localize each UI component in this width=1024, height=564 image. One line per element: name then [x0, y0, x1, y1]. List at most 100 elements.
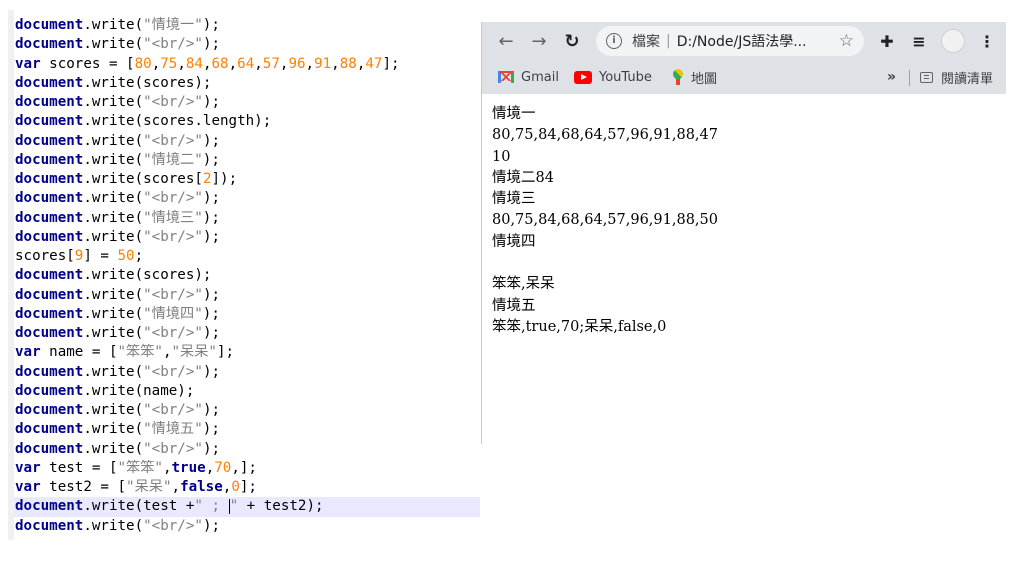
- reload-icon: ↻: [564, 30, 580, 52]
- code-line[interactable]: var scores = [80,75,84,68,64,57,96,91,88…: [14, 55, 480, 74]
- code-number: 0: [231, 479, 240, 495]
- browser-toolbar: ← → ↻ i 檔案 | D:/Node/JS語法學... ☆ ✚ ≡ ⋮ Gm…: [482, 22, 1006, 94]
- code-text: test2 = [: [40, 479, 127, 495]
- code-line[interactable]: document.write("<br/>");: [14, 93, 480, 112]
- code-keyword: var: [15, 55, 41, 72]
- reading-list-icon: [920, 71, 933, 83]
- code-text: .write(: [83, 17, 144, 33]
- code-line[interactable]: document.write("情境四");: [14, 305, 480, 324]
- output-line: 80,75,84,68,64,57,96,91,88,47: [492, 127, 718, 144]
- reload-button[interactable]: ↻: [559, 28, 585, 54]
- code-number: 47: [365, 55, 383, 72]
- reading-list-button[interactable]: 閱讀清單: [920, 60, 993, 94]
- code-text: .write(: [83, 190, 144, 207]
- code-number: 88: [339, 55, 357, 72]
- code-line[interactable]: document.write("<br/>");: [14, 324, 480, 343]
- code-line[interactable]: document.write(scores.length);: [14, 112, 480, 131]
- code-text: ]);: [211, 171, 238, 187]
- menu-button[interactable]: ⋮: [974, 28, 1000, 54]
- media-queue-icon: ≡: [912, 31, 926, 51]
- code-identifier: document: [15, 113, 84, 130]
- browser-window: ← → ↻ i 檔案 | D:/Node/JS語法學... ☆ ✚ ≡ ⋮ Gm…: [481, 22, 1006, 444]
- profile-avatar[interactable]: [941, 29, 965, 53]
- code-string: "<br/>": [143, 325, 203, 341]
- info-icon[interactable]: i: [606, 33, 622, 49]
- code-line[interactable]: document.write("<br/>");: [14, 517, 480, 536]
- code-line[interactable]: document.write(name);: [14, 382, 480, 401]
- code-text: );: [202, 440, 221, 457]
- code-number: 68: [211, 55, 229, 72]
- code-line[interactable]: document.write(test +" ; " + test2);: [14, 497, 480, 517]
- code-line[interactable]: document.write(scores);: [14, 266, 480, 285]
- code-number: 57: [262, 55, 280, 72]
- code-text: );: [202, 517, 221, 534]
- code-identifier: document: [15, 517, 84, 534]
- code-text: ,: [202, 55, 212, 72]
- code-line[interactable]: document.write("情境一");: [14, 16, 480, 35]
- code-text: ,: [205, 459, 215, 476]
- maps-icon: [672, 69, 684, 85]
- code-string: "<br/>": [143, 286, 203, 303]
- code-line[interactable]: document.write("情境二");: [14, 151, 480, 170]
- bookmark-maps[interactable]: 地圖: [672, 60, 717, 94]
- code-text: .write(: [83, 305, 144, 322]
- code-editor[interactable]: document.write("情境一"); document.write("<b…: [8, 10, 480, 540]
- address-scheme-label: 檔案: [632, 34, 660, 50]
- bookmark-star-icon[interactable]: ☆: [839, 31, 854, 51]
- code-text: .write(: [83, 363, 144, 380]
- bookmarks-more-button[interactable]: »: [887, 60, 896, 94]
- address-url[interactable]: D:/Node/JS語法學...: [677, 31, 807, 51]
- code-line[interactable]: document.write("情境五");: [14, 420, 480, 439]
- code-area[interactable]: document.write("情境一"); document.write("<b…: [14, 16, 480, 536]
- code-text: );: [202, 363, 221, 380]
- code-identifier: document: [15, 363, 84, 380]
- code-line[interactable]: document.write("<br/>");: [14, 440, 480, 459]
- code-line[interactable]: document.write("情境三");: [14, 209, 480, 228]
- address-bar[interactable]: i 檔案 | D:/Node/JS語法學... ☆: [596, 26, 864, 56]
- code-line[interactable]: document.write(scores);: [14, 74, 480, 93]
- code-text: ];: [216, 344, 235, 361]
- code-line[interactable]: document.write("<br/>");: [14, 189, 480, 208]
- output-line: 笨笨,true,70;呆呆,false,0: [492, 318, 667, 335]
- reading-list-label: 閱讀清單: [941, 71, 994, 87]
- code-identifier: document: [15, 94, 84, 110]
- media-button[interactable]: ≡: [906, 28, 932, 54]
- code-line[interactable]: document.write(scores[2]);: [14, 170, 480, 189]
- code-line[interactable]: var test = ["笨笨",true,70,];: [14, 459, 480, 478]
- back-button[interactable]: ←: [493, 28, 519, 54]
- extensions-button[interactable]: ✚: [874, 28, 900, 54]
- bookmark-gmail[interactable]: Gmail: [498, 60, 559, 94]
- code-identifier: document: [15, 305, 84, 322]
- code-line[interactable]: document.write("<br/>");: [14, 363, 480, 382]
- code-line[interactable]: document.write("<br/>");: [14, 401, 480, 420]
- code-text: ,: [254, 55, 263, 72]
- code-line[interactable]: document.write("<br/>");: [14, 35, 480, 54]
- code-text: );: [202, 325, 221, 341]
- code-line[interactable]: scores[9] = 50;: [14, 247, 480, 266]
- code-identifier: document: [15, 440, 84, 457]
- forward-button[interactable]: →: [526, 28, 552, 54]
- code-text: .write(scores);: [83, 267, 212, 284]
- bookmark-youtube[interactable]: YouTube: [574, 60, 652, 94]
- code-identifier: document: [15, 498, 84, 515]
- code-text: scores[: [15, 248, 75, 264]
- code-line[interactable]: document.write("<br/>");: [14, 286, 480, 305]
- code-text: ,: [162, 344, 172, 361]
- code-text: .write(: [83, 132, 144, 149]
- code-identifier: document: [15, 382, 84, 399]
- code-text: );: [202, 209, 220, 226]
- page-content: 情境一 80,75,84,68,64,57,96,91,88,47 10 情境二84 情…: [492, 104, 992, 338]
- code-text: .write(: [83, 228, 144, 245]
- code-identifier: document: [15, 17, 84, 33]
- output-line: 情境三: [492, 191, 536, 208]
- code-text: .write(scores.length);: [83, 113, 272, 130]
- code-text: ;: [134, 248, 144, 264]
- code-line[interactable]: var name = ["笨笨","呆呆"];: [14, 343, 480, 362]
- code-identifier: document: [15, 74, 84, 91]
- code-line[interactable]: var test2 = ["呆呆",false,0];: [14, 478, 480, 497]
- code-number: 91: [314, 55, 332, 72]
- code-line[interactable]: document.write("<br/>");: [14, 228, 480, 247]
- code-text: ] =: [83, 248, 118, 264]
- code-string: "<br/>": [143, 94, 203, 110]
- code-line[interactable]: document.write("<br/>");: [14, 132, 480, 151]
